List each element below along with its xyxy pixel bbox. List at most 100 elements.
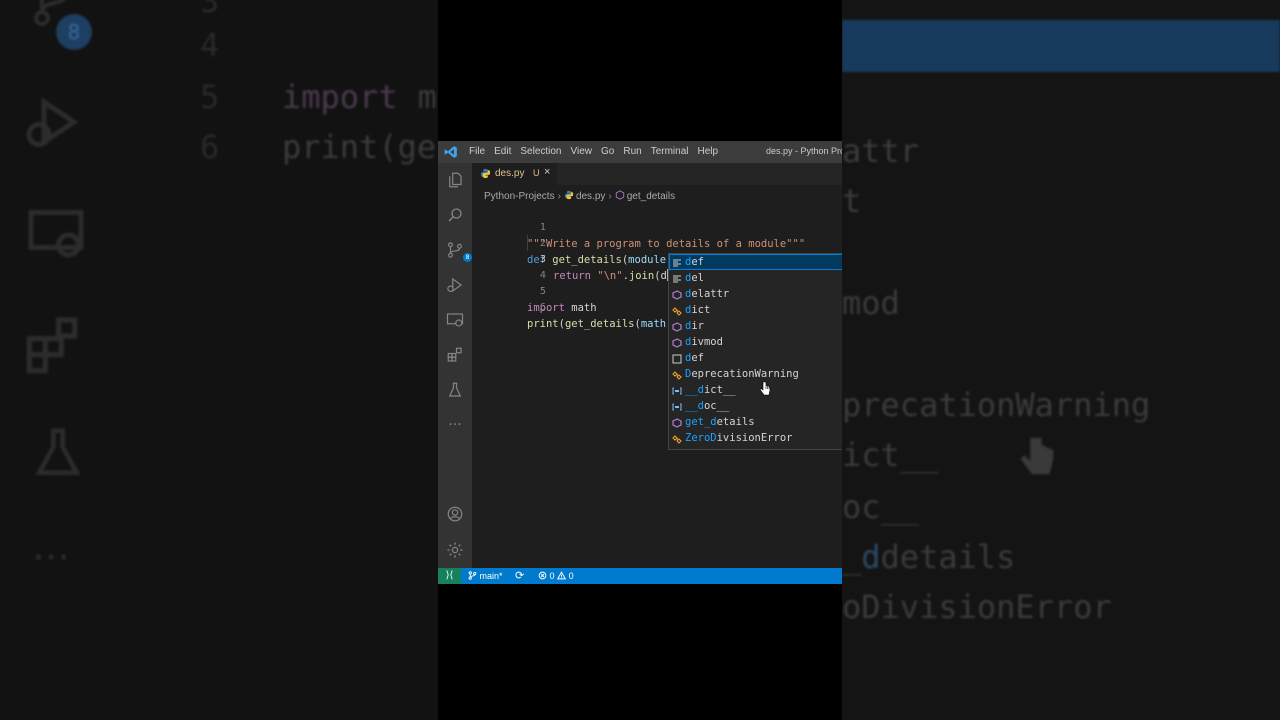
bg-scm-badge: 8: [56, 14, 92, 50]
suggestion-rest: ict: [691, 304, 711, 316]
join-method: join: [628, 270, 655, 282]
suggestion-rest: ict__: [703, 384, 736, 396]
untracked-badge: U: [533, 168, 540, 178]
bg-import-keyword: import: [282, 78, 398, 116]
sync-icon[interactable]: ⟳: [515, 569, 524, 582]
class-icon: [672, 305, 682, 316]
status-bar: ⟩⟨ main* ⟳ 0 0: [438, 568, 842, 584]
suggestion-label: ZeroDivisionError: [685, 430, 792, 446]
extensions-icon: [24, 312, 88, 388]
error-count: 0: [549, 571, 555, 581]
chevron-right-icon: ›: [608, 191, 612, 202]
menu-help[interactable]: Help: [698, 146, 719, 157]
suggestion-label: delattr: [685, 286, 729, 302]
background-zoom-right: attr t mod precationWarning ict__ oc__ _…: [842, 0, 1280, 720]
bg-rest: details: [880, 538, 1016, 576]
class-icon: [672, 433, 682, 444]
suggestion-rest: ef: [691, 256, 704, 268]
suggestion-rest: el: [691, 272, 704, 284]
suggestion-item[interactable]: dir: [669, 318, 842, 334]
class-icon: [672, 369, 682, 380]
bg-code-fragment: m: [417, 78, 437, 116]
menu-terminal[interactable]: Terminal: [651, 146, 689, 157]
suggestion-rest: elattr: [691, 288, 730, 300]
function-name: get_details: [552, 254, 622, 266]
code-line: 6 print(get_details(math: [472, 284, 666, 330]
tab-des-py[interactable]: des.py U ×: [472, 163, 557, 185]
suggestion-item[interactable]: dict: [669, 302, 842, 318]
testing-icon[interactable]: [446, 381, 464, 399]
bg-suggestion: oc__: [842, 488, 920, 526]
branch-indicator[interactable]: main*: [468, 571, 503, 581]
run-debug-icon[interactable]: [446, 276, 464, 294]
bg-underscore: _: [842, 538, 862, 576]
method-icon: [672, 337, 682, 348]
docstring: """Write a program to details of a modul…: [527, 238, 806, 250]
breadcrumb: Python-Projects › des.py › get_details: [484, 190, 675, 202]
suggestion-rest: ivisionError: [716, 432, 793, 444]
gear-icon[interactable]: [446, 541, 464, 559]
problems-indicator[interactable]: 0 0: [538, 571, 574, 581]
suggestion-item[interactable]: ZeroDivisionError: [669, 430, 842, 446]
suggestion-item[interactable]: del: [669, 270, 842, 286]
suggestion-rest: etails: [716, 416, 755, 428]
warning-count: 0: [568, 571, 574, 581]
method-icon: [672, 289, 682, 300]
remote-indicator[interactable]: ⟩⟨: [438, 568, 461, 584]
suggestion-item[interactable]: DeprecationWarning: [669, 366, 842, 382]
title-bar: File Edit Selection View Go Run Terminal…: [438, 141, 842, 163]
branch-name: main*: [479, 571, 503, 581]
more-icon: ···: [32, 535, 71, 581]
suggestion-item[interactable]: get_details: [669, 414, 842, 430]
keyword-icon: [672, 257, 682, 267]
suggestion-item[interactable]: def: [669, 350, 842, 366]
testing-icon: [30, 426, 86, 494]
bg-line-number: 4: [200, 26, 220, 64]
code-line: 2 def get_details(module):: [472, 220, 679, 266]
menu-file[interactable]: File: [469, 146, 485, 157]
bg-hand-cursor-icon: [1020, 437, 1054, 475]
code-text: return "\n".join(d): [553, 268, 674, 284]
source-control-icon[interactable]: 8: [446, 241, 472, 262]
method-icon: [672, 417, 682, 428]
breadcrumb-symbol[interactable]: get_details: [627, 191, 675, 202]
suggestion-item[interactable]: def: [669, 254, 842, 270]
menu-go[interactable]: Go: [601, 146, 614, 157]
window-title: des.py - Python Pro: [766, 146, 842, 156]
python-file-icon: [564, 190, 574, 200]
suggestion-item[interactable]: divmod: [669, 334, 842, 350]
suggestion-item[interactable]: __doc__: [669, 398, 842, 414]
bg-suggestion: oDivisionError: [842, 588, 1112, 626]
suggestion-rest: ef: [691, 352, 704, 364]
menu-edit[interactable]: Edit: [494, 146, 511, 157]
explorer-icon[interactable]: [446, 171, 464, 189]
scm-badge: 8: [463, 253, 472, 262]
return-keyword: return: [553, 270, 591, 282]
search-icon[interactable]: [446, 206, 464, 224]
line-number: 2: [539, 238, 546, 249]
snippet-icon: [672, 353, 682, 364]
suggestion-item[interactable]: __dict__: [669, 382, 842, 398]
close-icon[interactable]: ×: [544, 166, 550, 178]
suggestion-rest: ir: [691, 320, 704, 332]
breadcrumb-folder[interactable]: Python-Projects: [484, 191, 555, 202]
argument: math: [640, 318, 667, 330]
suggestion-match: __d: [685, 400, 704, 412]
breadcrumb-file[interactable]: des.py: [576, 191, 605, 202]
line-number: 4: [539, 270, 546, 281]
account-icon[interactable]: [446, 505, 464, 523]
more-icon[interactable]: ···: [446, 416, 464, 434]
suggestion-label: get_details: [685, 414, 755, 430]
variable-icon: [672, 401, 682, 411]
suggestion-label: __dict__: [685, 382, 736, 398]
menu-selection[interactable]: Selection: [520, 146, 561, 157]
vscode-window: File Edit Selection View Go Run Terminal…: [438, 141, 842, 584]
bg-suggestion-details: _ddetails: [842, 538, 1015, 576]
suggestion-widget[interactable]: def del delattr dict dir divmod def Deprecation…: [668, 253, 842, 450]
bg-line-number: 3: [200, 0, 220, 20]
extensions-icon[interactable]: [446, 346, 464, 364]
menu-run[interactable]: Run: [623, 146, 641, 157]
suggestion-item[interactable]: delattr: [669, 286, 842, 302]
remote-explorer-icon[interactable]: [446, 311, 464, 329]
menu-view[interactable]: View: [571, 146, 593, 157]
